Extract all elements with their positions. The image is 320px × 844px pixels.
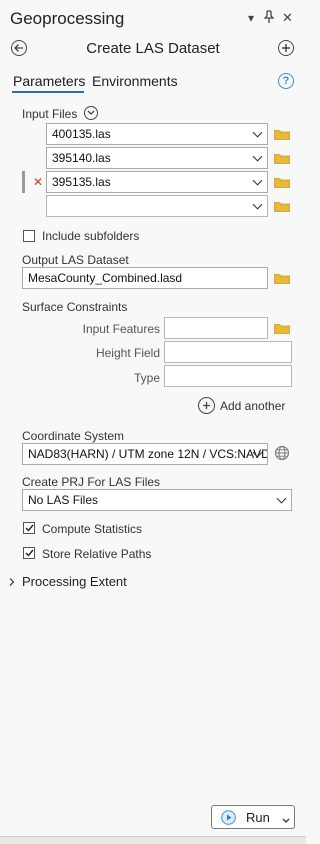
- chevron-down-icon: [87, 110, 95, 115]
- store-relative-paths-label: Store Relative Paths: [42, 547, 152, 561]
- add-button[interactable]: [278, 40, 294, 56]
- coordinate-system-select[interactable]: NAD83(HARN) / UTM zone 12N / VCS:NAVD: [22, 443, 268, 465]
- include-subfolders-checkbox[interactable]: [23, 230, 35, 242]
- input-file-3-value: 395135.las: [52, 175, 111, 189]
- output-las-dataset-value: MesaCounty_Combined.lasd: [28, 271, 183, 285]
- plus-circle-icon: [198, 397, 215, 414]
- input-file-3[interactable]: 395135.las: [46, 171, 268, 193]
- globe-icon[interactable]: [274, 445, 290, 464]
- chevron-down-icon: [252, 151, 263, 162]
- chevron-down-icon: [252, 127, 263, 138]
- height-field-input[interactable]: [164, 341, 292, 363]
- checkmark-icon: [25, 549, 34, 557]
- type-input[interactable]: [164, 365, 292, 387]
- processing-extent-label: Processing Extent: [22, 574, 127, 589]
- browse-folder-icon[interactable]: [274, 152, 290, 167]
- compute-statistics-label: Compute Statistics: [42, 522, 143, 536]
- browse-folder-icon[interactable]: [274, 322, 290, 337]
- input-features-input[interactable]: [164, 317, 268, 339]
- add-another-button[interactable]: Add another: [198, 397, 285, 414]
- browse-folder-icon[interactable]: [274, 128, 290, 143]
- compute-statistics-checkbox[interactable]: [23, 522, 35, 534]
- surface-constraints-label: Surface Constraints: [22, 300, 128, 314]
- coordinate-system-value: NAD83(HARN) / UTM zone 12N / VCS:NAVD: [28, 447, 268, 461]
- plus-icon: [282, 44, 290, 52]
- input-files-options-button[interactable]: [84, 106, 98, 120]
- run-button[interactable]: Run: [211, 805, 295, 829]
- help-icon[interactable]: ?: [278, 73, 294, 89]
- tool-title: Create LAS Dataset: [86, 40, 220, 57]
- include-subfolders-label: Include subfolders: [42, 229, 140, 243]
- browse-folder-icon[interactable]: [274, 272, 290, 287]
- tab-environments[interactable]: Environments: [92, 73, 178, 89]
- active-tab-indicator: [12, 91, 84, 93]
- remove-row-icon[interactable]: ✕: [33, 175, 43, 189]
- chevron-right-icon: [9, 577, 15, 586]
- output-las-dataset-input[interactable]: MesaCounty_Combined.lasd: [22, 267, 268, 289]
- input-file-4[interactable]: [46, 195, 268, 217]
- checkmark-icon: [25, 524, 34, 532]
- chevron-down-icon: [252, 199, 263, 210]
- pane-menu-icon[interactable]: ▾: [248, 10, 254, 26]
- input-features-label: Input Features: [82, 322, 160, 336]
- pin-icon[interactable]: [263, 10, 275, 28]
- input-file-2[interactable]: 395140.las: [46, 147, 268, 169]
- create-prj-select[interactable]: No LAS Files: [22, 489, 292, 511]
- chevron-down-icon: [252, 175, 263, 186]
- height-field-label: Height Field: [95, 346, 160, 360]
- store-relative-paths-checkbox[interactable]: [23, 547, 35, 559]
- run-play-icon: [221, 810, 236, 828]
- input-file-2-value: 395140.las: [52, 151, 111, 165]
- browse-folder-icon[interactable]: [274, 200, 290, 215]
- create-prj-label: Create PRJ For LAS Files: [22, 475, 161, 489]
- close-pane-icon[interactable]: ✕: [282, 10, 293, 26]
- tab-parameters[interactable]: Parameters: [13, 73, 85, 89]
- processing-extent-expander[interactable]: Processing Extent: [8, 574, 127, 589]
- input-files-label: Input Files: [22, 107, 78, 121]
- input-file-1-value: 400135.las: [52, 127, 111, 141]
- coordinate-system-label: Coordinate System: [22, 429, 125, 443]
- add-another-label: Add another: [220, 398, 286, 413]
- drag-handle[interactable]: [22, 171, 25, 193]
- type-label: Type: [133, 371, 160, 385]
- create-prj-value: No LAS Files: [28, 493, 99, 507]
- output-las-dataset-label: Output LAS Dataset: [22, 253, 129, 267]
- pane-title: Geoprocessing: [10, 9, 125, 28]
- input-file-1[interactable]: 400135.las: [46, 123, 268, 145]
- browse-folder-icon[interactable]: [274, 176, 290, 191]
- run-label: Run: [246, 810, 270, 825]
- chevron-down-icon: [276, 493, 287, 504]
- run-options-chevron-icon[interactable]: [282, 812, 290, 827]
